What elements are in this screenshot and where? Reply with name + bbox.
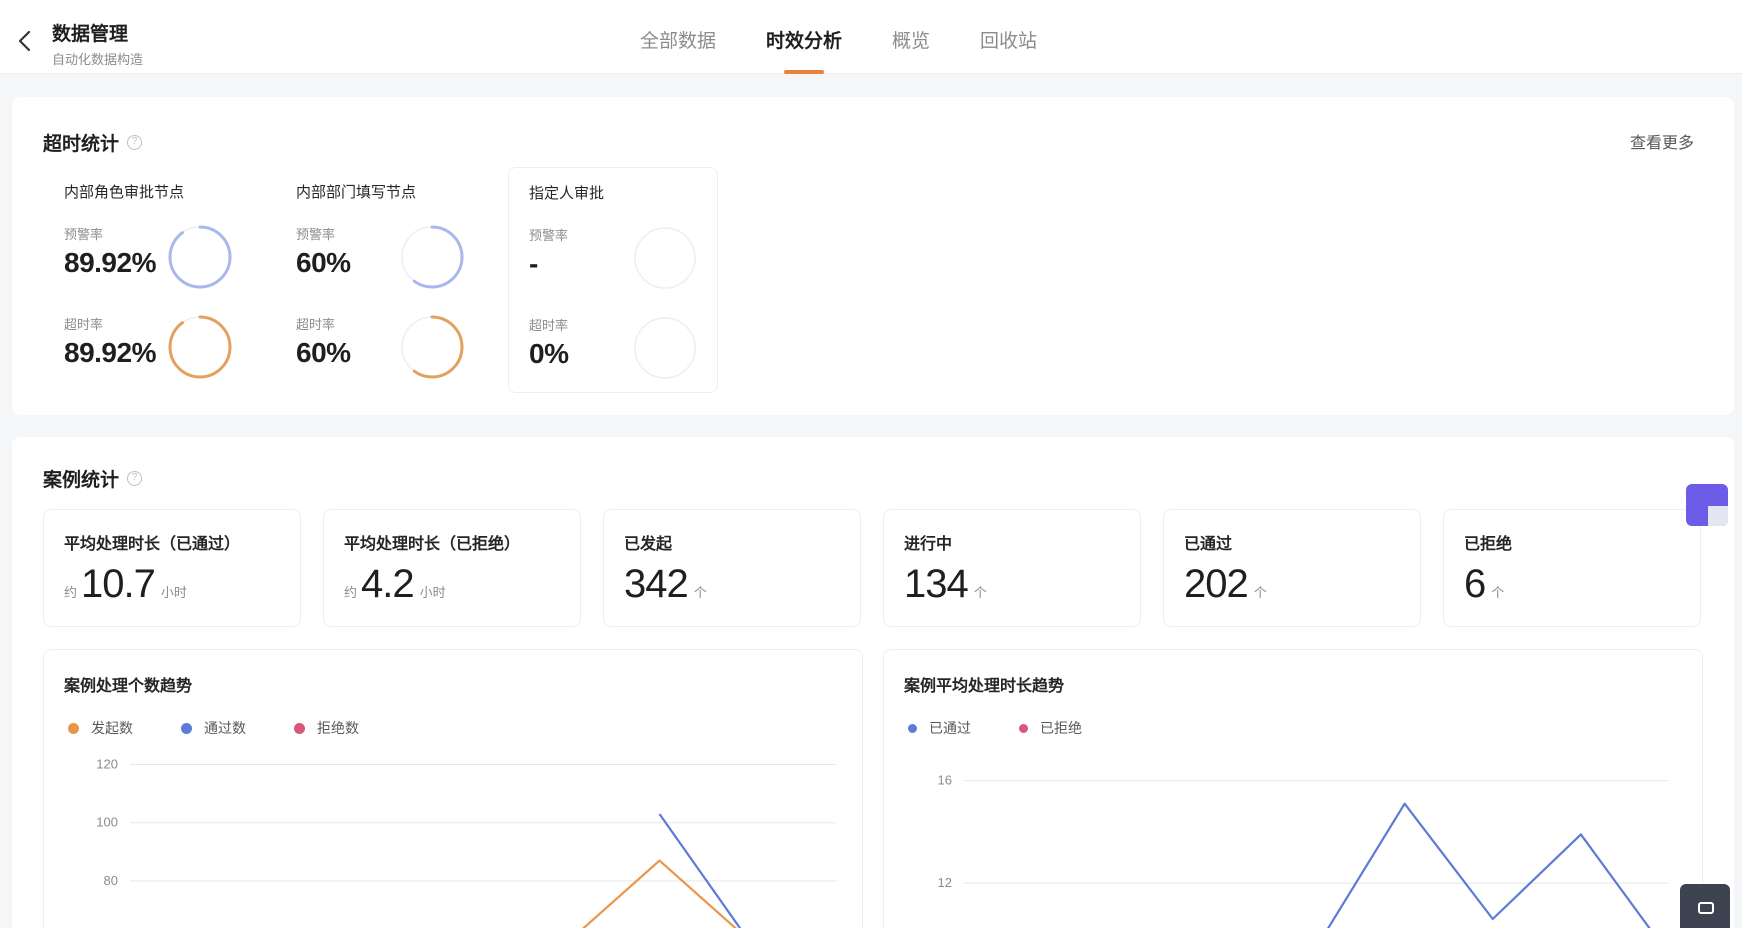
y-tick-label: 12	[938, 875, 952, 890]
stat-unit: 个	[1491, 585, 1505, 600]
chat-icon[interactable]	[1680, 884, 1730, 928]
stat-unit: 个	[693, 585, 707, 600]
warn-rate-label: 预警率	[296, 227, 336, 242]
tab-timeliness-analysis[interactable]: 时效分析	[766, 0, 842, 74]
over-rate-ring	[634, 317, 696, 379]
over-rate-label: 超时率	[529, 318, 569, 333]
stat-value: 10.7	[81, 562, 156, 606]
over-rate-label: 超时率	[64, 317, 104, 332]
warn-rate-value: 60%	[296, 247, 351, 278]
help-icon[interactable]: ?	[127, 471, 143, 486]
over-rate-value: 60%	[296, 337, 351, 368]
tab-all-data[interactable]: 全部数据	[640, 0, 716, 74]
widget-corner-icon	[1708, 506, 1728, 526]
tab-overview[interactable]: 概览	[892, 0, 930, 74]
stat-card-initiated: 已发起 342 个	[603, 509, 861, 627]
case-section-title: 案例统计 ?	[43, 465, 143, 492]
stat-name: 已通过	[1184, 536, 1233, 553]
timeout-section-title: 超时统计 ?	[43, 129, 143, 156]
stat-name: 平均处理时长（已通过）	[64, 536, 241, 553]
timeout-card-name: 指定人审批	[529, 185, 605, 202]
stat-unit: 个	[973, 585, 987, 600]
y-tick-label: 80	[104, 873, 118, 888]
over-rate-value: 0%	[529, 338, 569, 369]
ring-progress	[168, 225, 232, 289]
stat-name: 已发起	[624, 536, 673, 553]
stat-card-in-progress: 进行中 134 个	[883, 509, 1141, 627]
page-title: 数据管理	[52, 24, 129, 45]
stat-card-approved: 已通过 202 个	[1163, 509, 1421, 627]
top-header: 数据管理 自动化数据构造 全部数据 时效分析 概览 回收站	[0, 0, 1742, 74]
stat-unit: 小时	[419, 585, 446, 600]
warn-rate-ring	[400, 225, 464, 289]
timeout-stats-panel: 超时统计 ? 查看更多 内部角色审批节点 预警率 89.92% 超时率 89.9…	[12, 97, 1734, 415]
stat-prefix: 约	[64, 585, 78, 600]
main-tabs: 全部数据 时效分析 概览 回收站	[640, 0, 1087, 74]
stat-value: 134	[904, 562, 969, 606]
warn-rate-value: -	[529, 248, 538, 279]
timeout-card-dept-fill: 内部部门填写节点 预警率 60% 超时率 60%	[276, 167, 486, 393]
stat-unit: 小时	[160, 585, 187, 600]
stat-card-avg-rejected: 平均处理时长（已拒绝） 约 4.2 小时	[323, 509, 581, 627]
case-stats-panel: 案例统计 ? 平均处理时长（已通过） 约 10.7 小时 平均处理时长（已拒绝） 约…	[12, 437, 1734, 928]
chart-card-avg-duration-trend: 案例平均处理时长趋势 已通过 已拒绝 12 16	[883, 649, 1703, 928]
case-title-text: 案例统计	[43, 470, 120, 491]
over-rate-ring	[400, 315, 464, 379]
stat-name: 平均处理时长（已拒绝）	[344, 536, 521, 553]
y-tick-label: 120	[96, 757, 118, 772]
stat-name: 进行中	[904, 536, 953, 553]
warn-rate-ring	[634, 227, 696, 289]
page-subtitle: 自动化数据构造	[52, 52, 144, 67]
stat-unit: 个	[1253, 585, 1267, 600]
series-line	[1326, 802, 1651, 928]
over-rate-label: 超时率	[296, 317, 336, 332]
help-icon[interactable]: ?	[127, 135, 143, 150]
timeout-card-role-approval: 内部角色审批节点 预警率 89.92% 超时率 89.92%	[44, 167, 254, 393]
stat-value: 342	[624, 562, 689, 606]
stat-card-rejected: 已拒绝 6个	[1443, 509, 1701, 627]
warn-rate-ring	[168, 225, 232, 289]
ring-progress	[168, 315, 232, 379]
stat-card-avg-approved: 平均处理时长（已通过） 约 10.7 小时	[43, 509, 301, 627]
view-more-link[interactable]: 查看更多	[1630, 129, 1694, 153]
back-arrow-icon[interactable]	[14, 28, 36, 54]
warn-rate-value: 89.92%	[64, 247, 156, 278]
timeout-title-text: 超时统计	[43, 134, 120, 155]
avg-duration-line-chart: 12 16	[938, 773, 1669, 928]
chart-card-case-count-trend: 案例处理个数趋势 发起数 通过数 拒绝数 80 100 120	[43, 649, 863, 928]
series-line	[582, 859, 737, 928]
case-count-line-chart: 80 100 120	[96, 757, 836, 928]
over-rate-value: 89.92%	[64, 337, 156, 368]
stat-value: 202	[1184, 562, 1249, 606]
warn-rate-label: 预警率	[64, 227, 104, 242]
stat-prefix: 约	[344, 585, 358, 600]
timeout-card-assignee-approval: 指定人审批 预警率 - 超时率 0%	[508, 167, 718, 393]
warn-rate-label: 预警率	[529, 228, 569, 243]
y-tick-label: 100	[96, 815, 118, 830]
floating-assistant-widget[interactable]	[1686, 484, 1728, 526]
ring-track	[634, 317, 696, 379]
tab-recycle-bin[interactable]: 回收站	[980, 0, 1037, 74]
stat-name: 已拒绝	[1464, 536, 1513, 553]
stat-value: 6	[1464, 562, 1486, 606]
over-rate-ring	[168, 315, 232, 379]
y-tick-label: 16	[938, 773, 952, 788]
stat-value: 4.2	[361, 562, 415, 606]
ring-track	[634, 227, 696, 289]
timeout-card-name: 内部角色审批节点	[64, 184, 185, 201]
timeout-card-name: 内部部门填写节点	[296, 184, 417, 201]
chat-bubble-icon	[1698, 902, 1714, 914]
